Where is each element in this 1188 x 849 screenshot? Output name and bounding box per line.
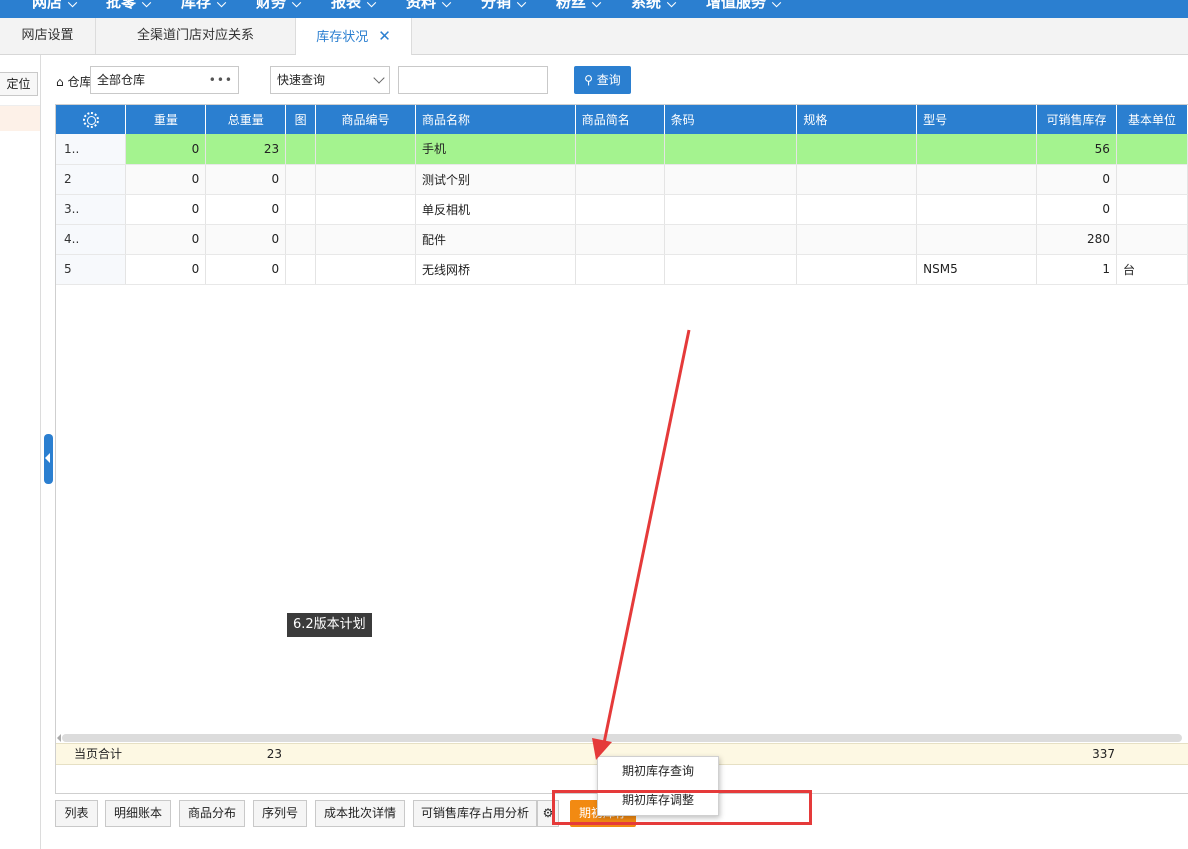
annotation-arrow-head	[592, 738, 612, 760]
annotation-arrow	[592, 329, 691, 760]
annotation-arrow-line	[601, 329, 691, 749]
